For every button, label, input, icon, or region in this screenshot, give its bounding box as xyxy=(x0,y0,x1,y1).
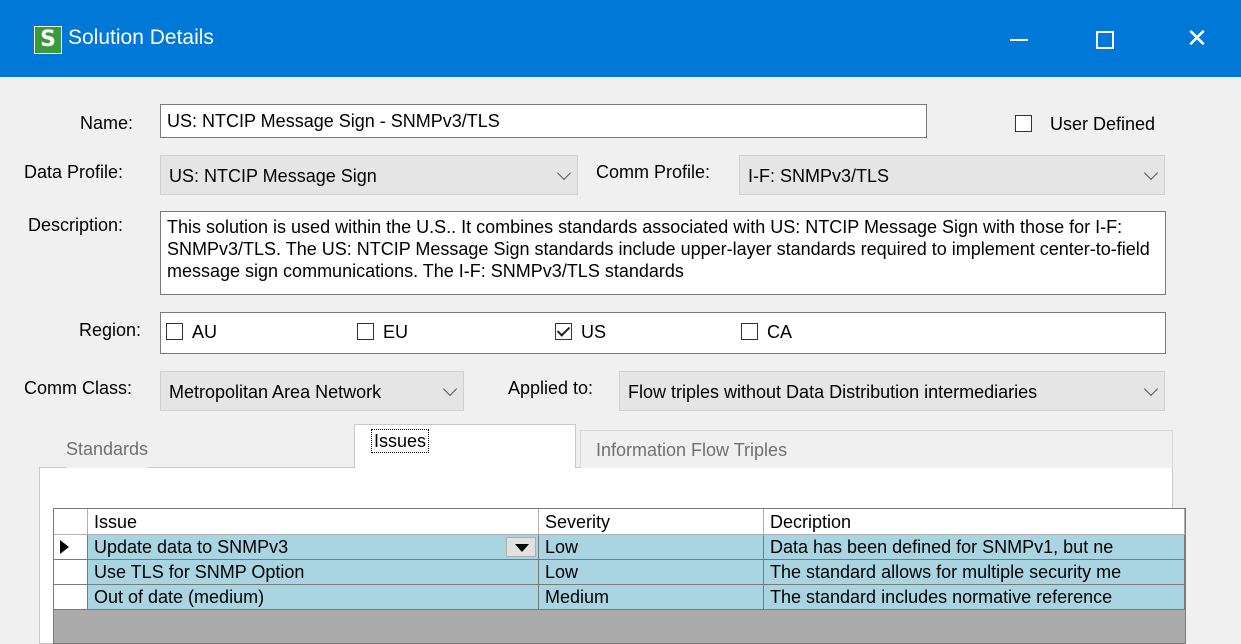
user-defined-checkbox[interactable] xyxy=(1015,115,1032,132)
table-row-issue-cell[interactable]: Out of date (medium) xyxy=(88,585,539,610)
table-row-severity-cell[interactable]: Medium xyxy=(539,585,764,610)
current-row-arrow-icon xyxy=(60,540,69,554)
table-row-severity-cell[interactable]: Low xyxy=(539,535,764,560)
tab-standards[interactable]: Standards xyxy=(66,430,149,468)
data-profile-label: Data Profile: xyxy=(24,162,124,182)
applied-to-label: Applied to: xyxy=(508,378,594,398)
region-eu-checkbox[interactable] xyxy=(357,323,374,340)
tab-issues-label: Issues xyxy=(371,429,430,453)
row-header[interactable] xyxy=(54,585,88,610)
comm-class-select[interactable]: Metropolitan Area Network xyxy=(160,371,464,411)
column-header-issue[interactable]: Issue xyxy=(88,509,539,535)
maximize-button[interactable] xyxy=(1074,0,1136,77)
close-icon: ✕ xyxy=(1186,23,1208,53)
minimize-icon xyxy=(1010,39,1028,42)
comm-profile-label: Comm Profile: xyxy=(596,162,711,182)
tab-strip: Standards Issues Information Flow Triple… xyxy=(40,424,1173,468)
description-textarea[interactable]: This solution is used within the U.S.. I… xyxy=(160,211,1166,295)
region-eu-label: EU xyxy=(383,322,409,342)
data-profile-select[interactable]: US: NTCIP Message Sign xyxy=(160,155,578,195)
table-row-description-cell[interactable]: The standard allows for multiple securit… xyxy=(764,560,1185,585)
data-profile-value: US: NTCIP Message Sign xyxy=(169,166,377,186)
grid-corner-header xyxy=(54,509,88,535)
issues-grid[interactable]: Issue Severity Decription Update data to… xyxy=(53,508,1186,644)
applied-to-select[interactable]: Flow triples without Data Distribution i… xyxy=(619,371,1165,411)
dropdown-arrow-icon[interactable] xyxy=(506,537,536,557)
comm-profile-select[interactable]: I-F: SNMPv3/TLS xyxy=(739,155,1165,195)
description-label: Description: xyxy=(28,215,124,235)
comm-class-label: Comm Class: xyxy=(24,378,133,398)
region-label: Region: xyxy=(79,320,142,340)
comm-profile-value: I-F: SNMPv3/TLS xyxy=(748,166,890,186)
chevron-down-icon xyxy=(442,381,458,397)
region-box xyxy=(160,312,1166,354)
region-us-label: US xyxy=(581,322,607,342)
title-bar: S Solution Details ✕ xyxy=(0,0,1241,77)
close-button[interactable]: ✕ xyxy=(1166,0,1228,77)
chevron-down-icon xyxy=(556,165,572,181)
table-row-issue-cell[interactable]: Update data to SNMPv3 xyxy=(88,535,539,560)
table-row-description-cell[interactable]: Data has been defined for SNMPv1, but ne xyxy=(764,535,1185,560)
row-header-current[interactable] xyxy=(54,535,88,560)
maximize-icon xyxy=(1096,31,1114,50)
name-field[interactable]: US: NTCIP Message Sign - SNMPv3/TLS xyxy=(160,104,927,138)
app-icon: S xyxy=(34,26,62,54)
user-defined-label: User Defined xyxy=(1050,114,1156,134)
table-row-issue-cell[interactable]: Use TLS for SNMP Option xyxy=(88,560,539,585)
table-row-severity-cell[interactable]: Low xyxy=(539,560,764,585)
row-header[interactable] xyxy=(54,560,88,585)
table-row-description-cell[interactable]: The standard includes normative referenc… xyxy=(764,585,1185,610)
column-header-severity[interactable]: Severity xyxy=(539,509,764,535)
applied-to-value: Flow triples without Data Distribution i… xyxy=(628,382,1038,402)
region-au-checkbox[interactable] xyxy=(166,323,183,340)
region-ca-label: CA xyxy=(767,322,793,342)
chevron-down-icon xyxy=(1143,165,1159,181)
column-header-description[interactable]: Decription xyxy=(764,509,1185,535)
name-label: Name: xyxy=(80,113,134,133)
region-ca-checkbox[interactable] xyxy=(741,323,758,340)
window-title: Solution Details xyxy=(68,26,214,49)
region-us-checkbox[interactable] xyxy=(555,323,572,340)
tab-issues[interactable]: Issues xyxy=(354,424,576,468)
issue-cell-text: Update data to SNMPv3 xyxy=(94,537,289,557)
minimize-button[interactable] xyxy=(988,0,1050,77)
region-au-label: AU xyxy=(192,322,218,342)
chevron-down-icon xyxy=(1143,381,1159,397)
comm-class-value: Metropolitan Area Network xyxy=(169,382,382,402)
tab-information-flow-triples[interactable]: Information Flow Triples xyxy=(580,430,1173,468)
